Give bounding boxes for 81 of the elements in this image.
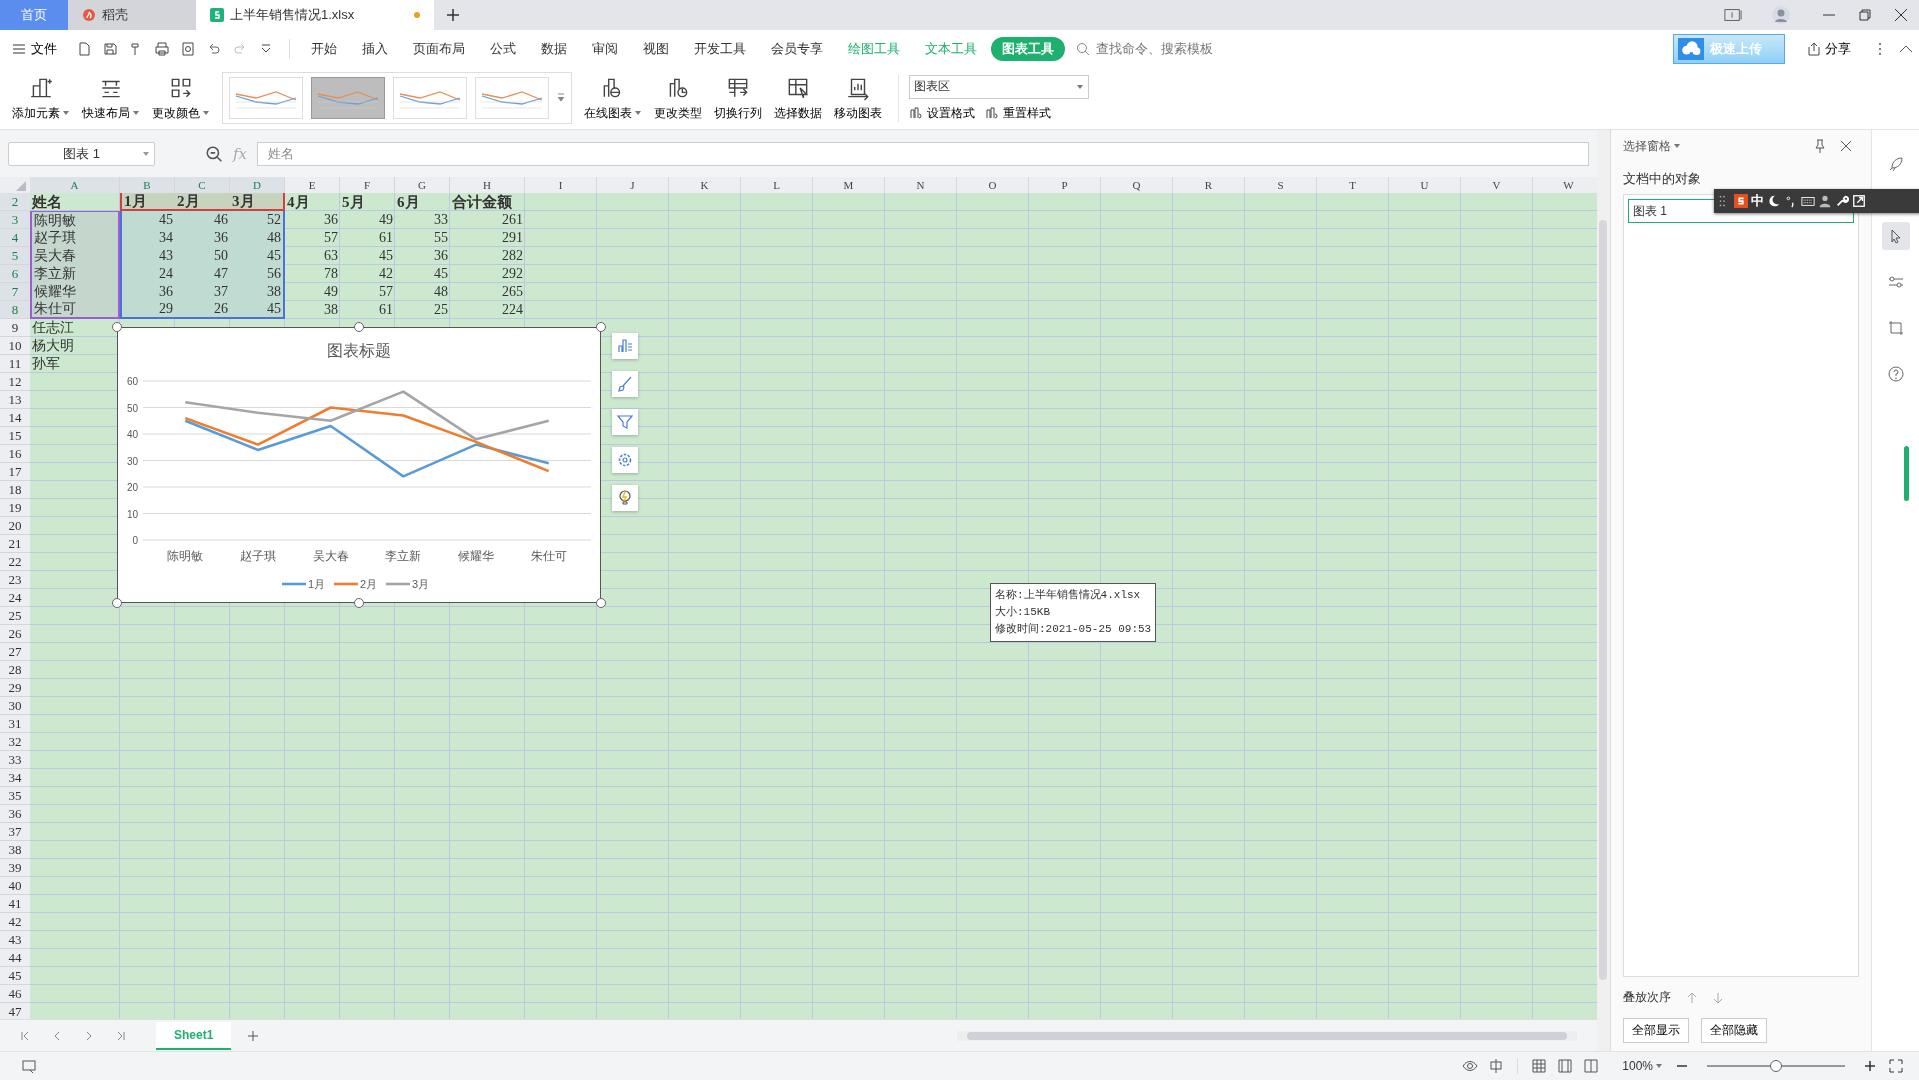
category-label: 吴大春 — [312, 549, 349, 563]
table-cell: 33 — [434, 212, 448, 228]
table-cell: 224 — [502, 302, 523, 318]
table-cell: 25 — [434, 302, 448, 318]
table-cell: 34 — [120, 229, 175, 247]
table-cell: 55 — [434, 230, 448, 246]
table-cell: 61 — [379, 302, 393, 318]
table-cell: 50 — [175, 247, 230, 265]
stack-order-label: 叠放次序 — [1622, 989, 1671, 1006]
table-cell: 292 — [502, 266, 523, 282]
legend-label: 1月 — [308, 578, 326, 590]
category-label: 朱仕可 — [530, 549, 567, 563]
table-cell: 37 — [175, 283, 230, 301]
table-cell: 3月 — [230, 193, 285, 211]
table-cell: 45 — [120, 211, 175, 229]
table-cell: 4月 — [287, 192, 310, 212]
tooltip-text: 大小:15KB — [995, 605, 1051, 620]
table-cell: 49 — [324, 284, 338, 300]
table-cell: 36 — [175, 229, 230, 247]
table-cell: 24 — [120, 265, 175, 283]
pane-heading: 文档中的对象 — [1622, 170, 1702, 188]
table-cell: 43 — [120, 247, 175, 265]
table-cell: 265 — [502, 284, 523, 300]
category-label: 陈明敏 — [167, 549, 204, 563]
table-cell: 48 — [230, 229, 285, 247]
table-cell: 合计金额 — [452, 192, 512, 212]
table-cell: 45 — [434, 266, 448, 282]
table-cell: 朱仕可 — [30, 301, 120, 319]
table-cell: 候耀华 — [30, 283, 120, 301]
category-label: 候耀华 — [458, 549, 494, 563]
y-tick-label: 20 — [126, 482, 138, 493]
table-cell: 姓名 — [32, 192, 62, 212]
tooltip-text: 名称:上半年销售情况4.xlsx — [995, 588, 1142, 603]
table-cell: 38 — [230, 283, 285, 301]
y-tick-label: 50 — [126, 402, 138, 414]
y-tick-label: 10 — [126, 508, 138, 520]
table-cell: 6月 — [397, 192, 420, 212]
table-cell: 291 — [502, 230, 523, 246]
table-cell: 49 — [379, 212, 393, 228]
table-cell: 45 — [230, 301, 285, 319]
table-cell: 赵子琪 — [30, 229, 120, 247]
table-cell: 36 — [324, 212, 338, 228]
chart-title: 图表标题 — [327, 342, 391, 359]
table-cell: 45 — [230, 247, 285, 265]
table-cell: 63 — [324, 248, 338, 264]
category-label: 李立新 — [385, 549, 422, 563]
y-tick-label: 60 — [126, 376, 138, 387]
table-cell: 42 — [379, 266, 393, 282]
table-cell: 45 — [379, 248, 393, 264]
table-cell: 26 — [175, 301, 230, 319]
table-cell: 48 — [434, 284, 448, 300]
table-cell: 吴大春 — [30, 247, 120, 265]
table-cell: 38 — [324, 302, 338, 318]
table-cell: 36 — [120, 283, 175, 301]
table-cell: 282 — [502, 248, 523, 264]
table-cell: 57 — [324, 230, 338, 246]
table-cell: 5月 — [342, 192, 365, 212]
table-cell: 47 — [175, 265, 230, 283]
y-tick-label: 0 — [132, 535, 138, 546]
table-cell: 46 — [175, 211, 230, 229]
table-cell: 2月 — [175, 193, 230, 211]
category-label: 赵子琪 — [240, 549, 276, 563]
table-cell: 57 — [379, 284, 393, 300]
table-cell: 1月 — [120, 193, 175, 211]
y-tick-label: 40 — [126, 429, 138, 440]
legend-label: 3月 — [412, 578, 430, 590]
table-cell: 任志江 — [32, 319, 74, 337]
table-cell: 杨大明 — [32, 337, 74, 355]
table-cell: 李立新 — [30, 265, 120, 283]
table-cell: 36 — [434, 248, 448, 264]
table-cell: 261 — [502, 212, 523, 228]
table-cell: 陈明敏 — [30, 211, 120, 229]
tooltip-text: 修改时间:2021-05-25 09:53 — [995, 622, 1152, 637]
table-cell: 29 — [120, 301, 175, 319]
y-tick-label: 30 — [126, 455, 138, 467]
table-cell: 78 — [324, 266, 338, 282]
legend-label: 2月 — [360, 578, 378, 590]
table-cell: 52 — [230, 211, 285, 229]
table-cell: 56 — [230, 265, 285, 283]
table-cell: 孙军 — [32, 355, 60, 373]
table-cell: 61 — [379, 230, 393, 246]
